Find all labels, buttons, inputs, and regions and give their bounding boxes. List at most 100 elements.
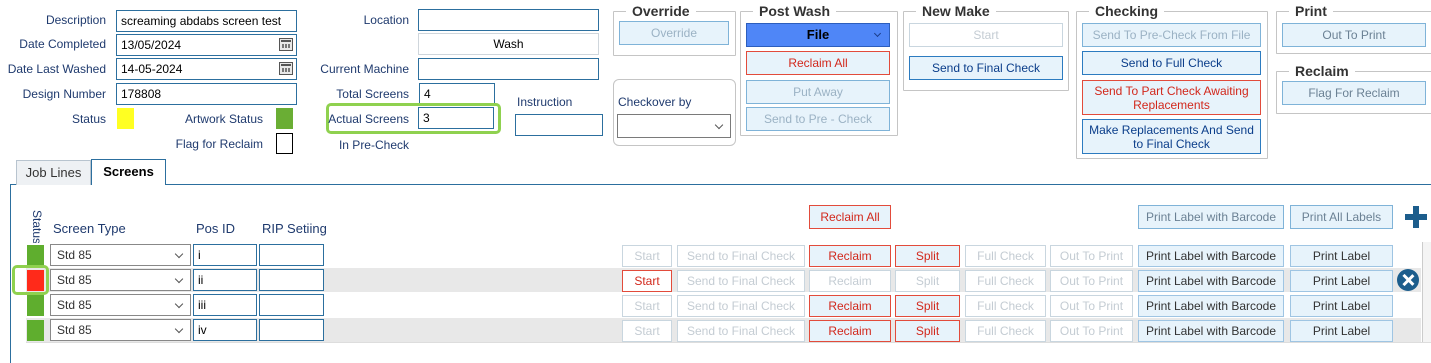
actual-screens-input[interactable]: 3 [418,107,494,129]
row-print-barcode-button[interactable]: Print Label with Barcode [1138,320,1284,342]
plus-icon[interactable] [1405,206,1427,228]
make-replacements-button[interactable]: Make Replacements And Send to Final Chec… [1082,119,1261,154]
row-out-to-print-button[interactable]: Out To Print [1050,320,1133,342]
row-send-final-button[interactable]: Send to Final Check [677,245,805,267]
row-print-barcode-button[interactable]: Print Label with Barcode [1138,295,1284,317]
row-start-button[interactable]: Start [622,245,672,267]
grid-reclaim-all-button[interactable]: Reclaim All [809,205,891,229]
screen-type-select[interactable]: Std 85 [50,294,191,316]
row-print-label-button[interactable]: Print Label [1290,245,1393,267]
reclaim-all-button[interactable]: Reclaim All [746,51,890,75]
current-machine-input[interactable] [418,58,599,80]
send-part-check-button[interactable]: Send To Part Check Awaiting Replacements [1082,80,1261,115]
row-print-barcode-button[interactable]: Print Label with Barcode [1138,245,1284,267]
row-reclaim-button[interactable]: Reclaim [809,295,891,317]
row-out-to-print-button[interactable]: Out To Print [1050,270,1133,292]
row-out-to-print-button[interactable]: Out To Print [1050,245,1133,267]
rip-setting-input[interactable] [259,244,324,266]
row-out-to-print-button[interactable]: Out To Print [1050,295,1133,317]
row-split-button[interactable]: Split [895,320,960,342]
screen-type-select[interactable]: Std 85 [50,244,191,266]
row-print-label-button[interactable]: Print Label [1290,270,1393,292]
tab-job-lines[interactable]: Job Lines [16,160,91,185]
checkover-label: Checkover by [618,95,692,109]
flag-reclaim-checkbox[interactable] [276,133,293,154]
print-label-barcode-all-button[interactable]: Print Label with Barcode [1138,205,1284,229]
file-select[interactable]: File [746,23,890,47]
put-away-button[interactable]: Put Away [746,80,890,104]
row-full-check-button[interactable]: Full Check [965,320,1046,342]
row-status-indicator [27,295,44,316]
start-button[interactable]: Start [909,23,1063,47]
total-screens-input[interactable]: 4 [419,83,495,105]
rip-setting-header: RIP Setiing [262,221,327,236]
row-print-label-button[interactable]: Print Label [1290,320,1393,342]
date-last-washed-input[interactable]: 14-05-2024 [116,58,297,80]
row-start-button[interactable]: Start [622,270,672,292]
chevron-down-icon [174,324,184,334]
instruction-input[interactable] [515,114,603,136]
status-swatch [117,108,134,129]
date-completed-input[interactable]: 13/05/2024 [116,34,297,56]
chevron-down-icon [873,29,882,38]
row-start-button[interactable]: Start [622,320,672,342]
out-to-print-button[interactable]: Out To Print [1282,23,1426,47]
row-full-check-button[interactable]: Full Check [965,270,1046,292]
description-label: Description [45,13,106,27]
override-button[interactable]: Override [619,21,729,45]
grid-scrollbar[interactable] [1422,242,1431,342]
screen-type-select[interactable]: Std 85 [50,319,191,341]
row-reclaim-button[interactable]: Reclaim [809,320,891,342]
flag-for-reclaim-button[interactable]: Flag For Reclaim [1282,81,1426,105]
location-input[interactable] [418,9,599,31]
send-to-precheck-button[interactable]: Send to Pre - Check [746,107,890,131]
print-all-labels-button[interactable]: Print All Labels [1290,205,1393,229]
post-wash-title: Post Wash [753,3,837,19]
row-print-label-button[interactable]: Print Label [1290,295,1393,317]
screen-type-value: Std 85 [57,298,92,312]
row-status-indicator [27,320,44,341]
pos-id-input[interactable]: iv [193,319,257,341]
screen-type-select[interactable]: Std 85 [50,269,191,291]
row-split-button[interactable]: Split [895,270,960,292]
artwork-status-label: Artwork Status [184,112,263,126]
row-send-final-button[interactable]: Send to Final Check [677,295,805,317]
calendar-icon[interactable] [279,62,293,75]
row-reclaim-button[interactable]: Reclaim [809,270,891,292]
rip-setting-input[interactable] [259,319,324,341]
file-label: File [806,27,830,42]
row-reclaim-button[interactable]: Reclaim [809,245,891,267]
tab-screens[interactable]: Screens [91,159,166,185]
rip-setting-input[interactable] [259,269,324,291]
pos-id-input[interactable]: i [193,244,257,266]
pos-id-input[interactable]: iii [193,294,257,316]
active-tab-gap [92,184,165,186]
new-make-title: New Make [916,3,996,19]
rip-setting-input[interactable] [259,294,324,316]
date-last-washed-label: Date Last Washed [7,62,106,76]
send-precheck-from-file-button[interactable]: Send To Pre-Check From File [1082,23,1261,47]
row-split-button[interactable]: Split [895,295,960,317]
calendar-icon[interactable] [279,38,293,51]
chevron-down-icon [174,299,184,309]
row-full-check-button[interactable]: Full Check [965,245,1046,267]
row-full-check-button[interactable]: Full Check [965,295,1046,317]
pos-id-input[interactable]: ii [193,269,257,291]
row-start-button[interactable]: Start [622,295,672,317]
chevron-down-icon [714,120,724,130]
grid-left-border [10,185,11,363]
row-print-barcode-button[interactable]: Print Label with Barcode [1138,270,1284,292]
row-send-final-button[interactable]: Send to Final Check [677,270,805,292]
description-input[interactable]: screaming abdabs screen test [116,10,297,32]
send-to-final-check-button[interactable]: Send to Final Check [909,56,1063,80]
row-split-button[interactable]: Split [895,245,960,267]
design-number-input[interactable]: 178808 [116,83,297,105]
print-title: Print [1289,3,1333,19]
row-send-final-button[interactable]: Send to Final Check [677,320,805,342]
close-circle-icon[interactable] [1397,269,1419,291]
artwork-status-swatch [276,108,293,129]
in-precheck-label: In Pre-Check [338,138,409,152]
send-to-full-check-button[interactable]: Send to Full Check [1082,51,1261,75]
screen-type-header: Screen Type [53,221,126,236]
checkover-select[interactable] [617,114,731,138]
